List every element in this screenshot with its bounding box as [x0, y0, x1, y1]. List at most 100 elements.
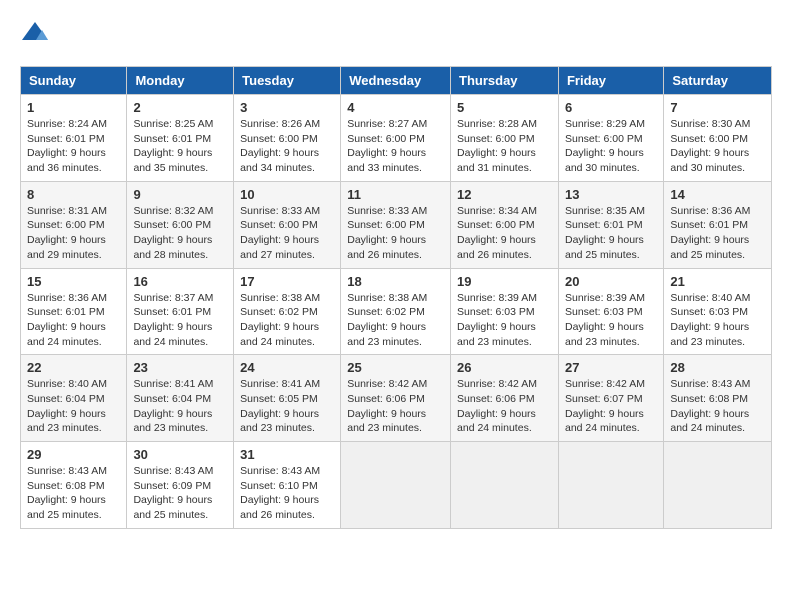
- calendar-header-thursday: Thursday: [451, 67, 559, 95]
- calendar-cell: 23 Sunrise: 8:41 AMSunset: 6:04 PMDayligh…: [127, 355, 234, 442]
- day-number: 31: [240, 447, 334, 462]
- day-number: 28: [670, 360, 765, 375]
- day-number: 26: [457, 360, 552, 375]
- calendar-cell: 16 Sunrise: 8:37 AMSunset: 6:01 PMDayligh…: [127, 268, 234, 355]
- calendar-cell: 8 Sunrise: 8:31 AMSunset: 6:00 PMDaylight…: [21, 181, 127, 268]
- day-number: 20: [565, 274, 657, 289]
- calendar-cell: 7 Sunrise: 8:30 AMSunset: 6:00 PMDaylight…: [664, 95, 772, 182]
- calendar-week-2: 8 Sunrise: 8:31 AMSunset: 6:00 PMDaylight…: [21, 181, 772, 268]
- day-info: Sunrise: 8:29 AMSunset: 6:00 PMDaylight:…: [565, 117, 657, 176]
- calendar-week-3: 15 Sunrise: 8:36 AMSunset: 6:01 PMDayligh…: [21, 268, 772, 355]
- calendar-cell: 2Sunrise: 8:25 AMSunset: 6:01 PMDaylight…: [127, 95, 234, 182]
- day-number: 21: [670, 274, 765, 289]
- day-info: Sunrise: 8:42 AMSunset: 6:06 PMDaylight:…: [457, 377, 552, 436]
- day-number: 1: [27, 100, 120, 115]
- day-info: Sunrise: 8:30 AMSunset: 6:00 PMDaylight:…: [670, 117, 765, 176]
- day-info: Sunrise: 8:39 AMSunset: 6:03 PMDaylight:…: [457, 291, 552, 350]
- day-info: Sunrise: 8:38 AMSunset: 6:02 PMDaylight:…: [240, 291, 334, 350]
- day-info: Sunrise: 8:34 AMSunset: 6:00 PMDaylight:…: [457, 204, 552, 263]
- day-number: 24: [240, 360, 334, 375]
- calendar-cell: [341, 442, 451, 529]
- day-number: 11: [347, 187, 444, 202]
- day-info: Sunrise: 8:40 AMSunset: 6:04 PMDaylight:…: [27, 377, 120, 436]
- logo: [20, 20, 54, 50]
- day-number: 5: [457, 100, 552, 115]
- logo-icon: [20, 20, 50, 50]
- calendar-cell: 19 Sunrise: 8:39 AMSunset: 6:03 PMDayligh…: [451, 268, 559, 355]
- calendar-cell: 12 Sunrise: 8:34 AMSunset: 6:00 PMDayligh…: [451, 181, 559, 268]
- day-number: 23: [133, 360, 227, 375]
- calendar-header-tuesday: Tuesday: [234, 67, 341, 95]
- day-info: Sunrise: 8:41 AMSunset: 6:05 PMDaylight:…: [240, 377, 334, 436]
- day-info: Sunrise: 8:37 AMSunset: 6:01 PMDaylight:…: [133, 291, 227, 350]
- calendar-cell: 14 Sunrise: 8:36 AMSunset: 6:01 PMDayligh…: [664, 181, 772, 268]
- calendar-cell: 5Sunrise: 8:28 AMSunset: 6:00 PMDaylight…: [451, 95, 559, 182]
- calendar-cell: 26 Sunrise: 8:42 AMSunset: 6:06 PMDayligh…: [451, 355, 559, 442]
- day-info: Sunrise: 8:36 AMSunset: 6:01 PMDaylight:…: [27, 291, 120, 350]
- calendar-cell: 28 Sunrise: 8:43 AMSunset: 6:08 PMDayligh…: [664, 355, 772, 442]
- day-number: 8: [27, 187, 120, 202]
- day-number: 16: [133, 274, 227, 289]
- calendar-cell: 22 Sunrise: 8:40 AMSunset: 6:04 PMDayligh…: [21, 355, 127, 442]
- day-info: Sunrise: 8:40 AMSunset: 6:03 PMDaylight:…: [670, 291, 765, 350]
- calendar-cell: 9Sunrise: 8:32 AMSunset: 6:00 PMDaylight…: [127, 181, 234, 268]
- day-info: Sunrise: 8:31 AMSunset: 6:00 PMDaylight:…: [27, 204, 120, 263]
- day-number: 3: [240, 100, 334, 115]
- calendar-cell: 25Sunrise: 8:42 AMSunset: 6:06 PMDayligh…: [341, 355, 451, 442]
- day-number: 9: [133, 187, 227, 202]
- calendar-cell: 11 Sunrise: 8:33 AMSunset: 6:00 PMDayligh…: [341, 181, 451, 268]
- day-number: 10: [240, 187, 334, 202]
- calendar-cell: 24 Sunrise: 8:41 AMSunset: 6:05 PMDayligh…: [234, 355, 341, 442]
- day-number: 13: [565, 187, 657, 202]
- calendar-table: SundayMondayTuesdayWednesdayThursdayFrid…: [20, 66, 772, 529]
- day-info: Sunrise: 8:36 AMSunset: 6:01 PMDaylight:…: [670, 204, 765, 263]
- day-info: Sunrise: 8:43 AMSunset: 6:08 PMDaylight:…: [670, 377, 765, 436]
- calendar-cell: 30Sunrise: 8:43 AMSunset: 6:09 PMDayligh…: [127, 442, 234, 529]
- calendar-header-wednesday: Wednesday: [341, 67, 451, 95]
- calendar-cell: 6 Sunrise: 8:29 AMSunset: 6:00 PMDaylight…: [558, 95, 663, 182]
- calendar-cell: 17 Sunrise: 8:38 AMSunset: 6:02 PMDayligh…: [234, 268, 341, 355]
- calendar-cell: 4 Sunrise: 8:27 AMSunset: 6:00 PMDaylight…: [341, 95, 451, 182]
- calendar-cell: 20Sunrise: 8:39 AMSunset: 6:03 PMDayligh…: [558, 268, 663, 355]
- calendar-week-4: 22 Sunrise: 8:40 AMSunset: 6:04 PMDayligh…: [21, 355, 772, 442]
- day-number: 6: [565, 100, 657, 115]
- calendar-cell: 21 Sunrise: 8:40 AMSunset: 6:03 PMDayligh…: [664, 268, 772, 355]
- day-number: 4: [347, 100, 444, 115]
- calendar-cell: [664, 442, 772, 529]
- day-info: Sunrise: 8:33 AMSunset: 6:00 PMDaylight:…: [347, 204, 444, 263]
- calendar-week-5: 29Sunrise: 8:43 AMSunset: 6:08 PMDayligh…: [21, 442, 772, 529]
- day-info: Sunrise: 8:35 AMSunset: 6:01 PMDaylight:…: [565, 204, 657, 263]
- calendar-cell: 31 Sunrise: 8:43 AMSunset: 6:10 PMDayligh…: [234, 442, 341, 529]
- day-info: Sunrise: 8:24 AMSunset: 6:01 PMDaylight:…: [27, 117, 120, 176]
- calendar-cell: 29Sunrise: 8:43 AMSunset: 6:08 PMDayligh…: [21, 442, 127, 529]
- calendar-cell: 1 Sunrise: 8:24 AMSunset: 6:01 PMDaylight…: [21, 95, 127, 182]
- calendar-cell: 15 Sunrise: 8:36 AMSunset: 6:01 PMDayligh…: [21, 268, 127, 355]
- day-number: 12: [457, 187, 552, 202]
- day-number: 25: [347, 360, 444, 375]
- calendar-header-friday: Friday: [558, 67, 663, 95]
- calendar-cell: 13 Sunrise: 8:35 AMSunset: 6:01 PMDayligh…: [558, 181, 663, 268]
- calendar-cell: 3 Sunrise: 8:26 AMSunset: 6:00 PMDaylight…: [234, 95, 341, 182]
- day-info: Sunrise: 8:41 AMSunset: 6:04 PMDaylight:…: [133, 377, 227, 436]
- day-info: Sunrise: 8:25 AMSunset: 6:01 PMDaylight:…: [133, 117, 227, 176]
- calendar-cell: [558, 442, 663, 529]
- calendar-week-1: 1 Sunrise: 8:24 AMSunset: 6:01 PMDaylight…: [21, 95, 772, 182]
- page-header: [20, 20, 772, 50]
- day-number: 14: [670, 187, 765, 202]
- day-number: 30: [133, 447, 227, 462]
- day-number: 15: [27, 274, 120, 289]
- day-number: 19: [457, 274, 552, 289]
- day-number: 7: [670, 100, 765, 115]
- calendar-cell: [451, 442, 559, 529]
- calendar-cell: 10Sunrise: 8:33 AMSunset: 6:00 PMDayligh…: [234, 181, 341, 268]
- day-info: Sunrise: 8:26 AMSunset: 6:00 PMDaylight:…: [240, 117, 334, 176]
- day-info: Sunrise: 8:38 AMSunset: 6:02 PMDaylight:…: [347, 291, 444, 350]
- day-number: 18: [347, 274, 444, 289]
- day-number: 17: [240, 274, 334, 289]
- day-number: 29: [27, 447, 120, 462]
- calendar-header-monday: Monday: [127, 67, 234, 95]
- day-number: 22: [27, 360, 120, 375]
- day-info: Sunrise: 8:27 AMSunset: 6:00 PMDaylight:…: [347, 117, 444, 176]
- calendar-cell: 18 Sunrise: 8:38 AMSunset: 6:02 PMDayligh…: [341, 268, 451, 355]
- day-info: Sunrise: 8:43 AMSunset: 6:10 PMDaylight:…: [240, 464, 334, 523]
